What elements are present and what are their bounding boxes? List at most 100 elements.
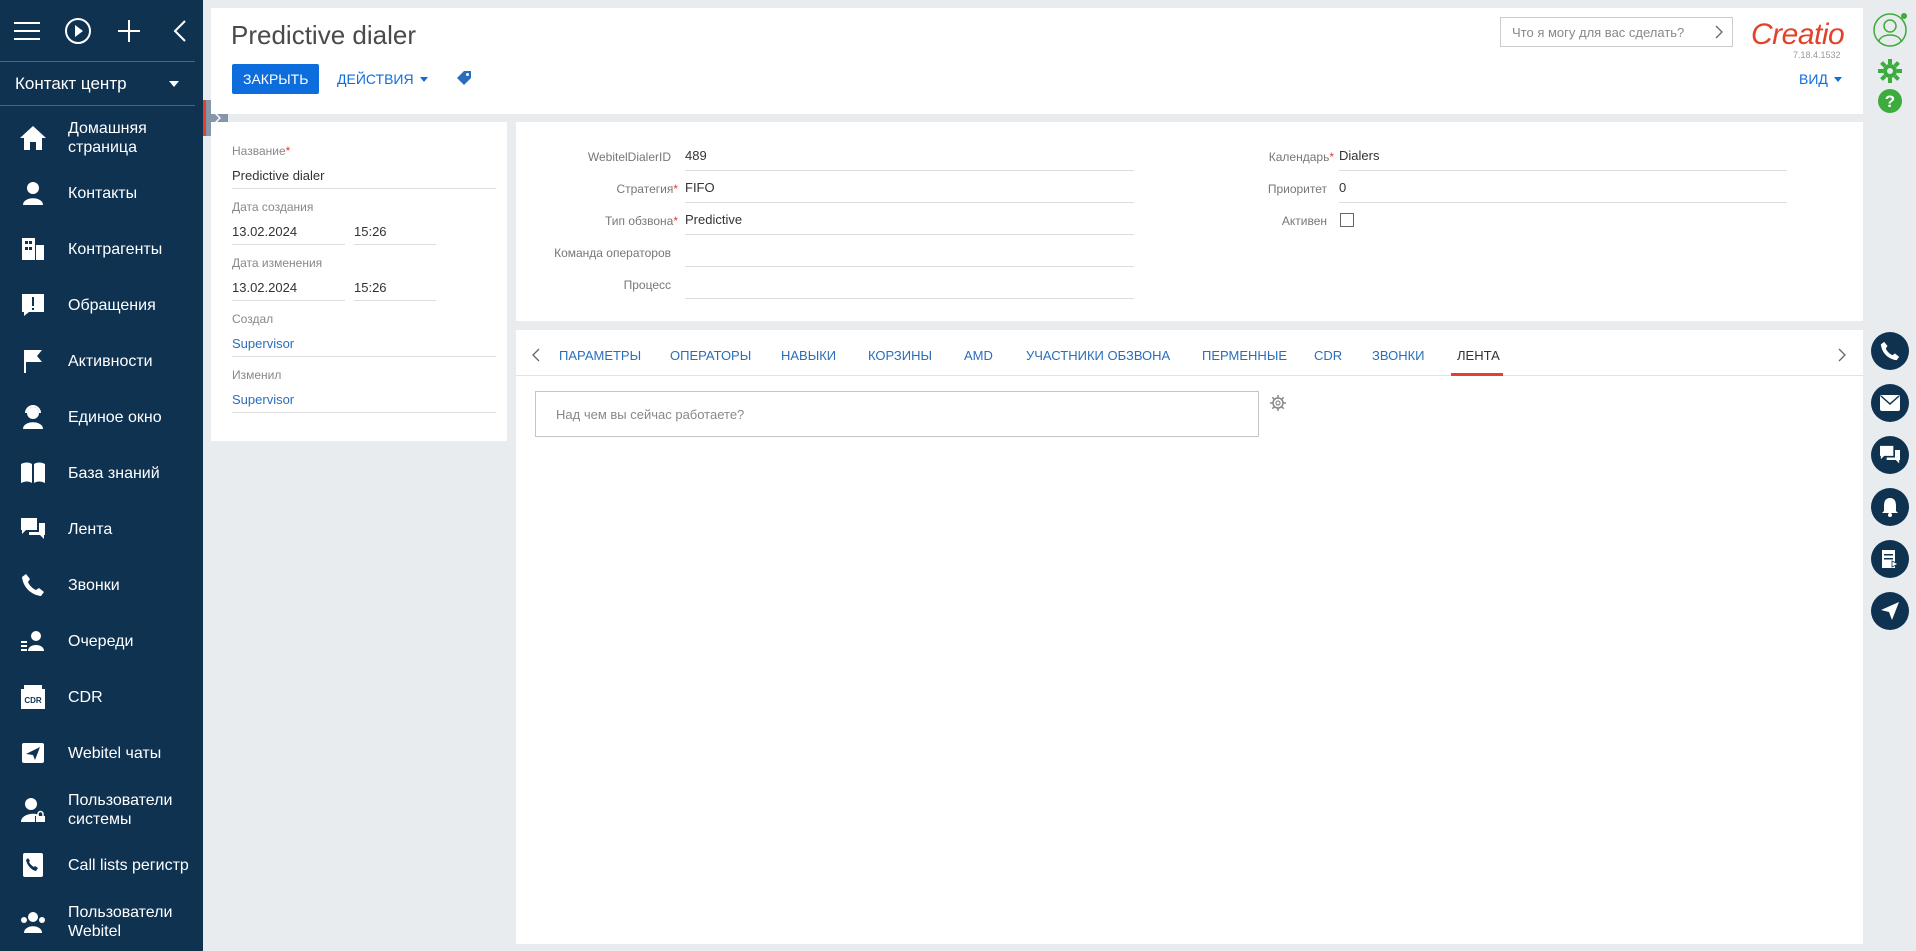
tab-baskets[interactable]: КОРЗИНЫ bbox=[868, 348, 932, 363]
tab-operators[interactable]: ОПЕРАТОРЫ bbox=[670, 348, 751, 363]
page-header: Predictive dialer ЗАКРЫТЬ ДЕЙСТВИЯ Что я… bbox=[211, 8, 1863, 114]
send-panel-icon[interactable] bbox=[1871, 592, 1909, 630]
dialer-id-field[interactable]: 489 bbox=[685, 149, 1134, 171]
sidebar-item-activities[interactable]: Активности bbox=[0, 346, 203, 376]
book-icon bbox=[18, 458, 48, 488]
notifications-bell-icon[interactable] bbox=[1871, 488, 1909, 526]
tag-icon[interactable] bbox=[456, 70, 472, 91]
play-icon[interactable] bbox=[63, 16, 92, 46]
tab-cdr[interactable]: CDR bbox=[1314, 348, 1342, 363]
email-panel-icon[interactable] bbox=[1871, 384, 1909, 422]
version-label: 7.18.4.1532 bbox=[1793, 50, 1841, 60]
gear-icon[interactable] bbox=[1270, 395, 1286, 416]
tab-scroll-left-icon[interactable] bbox=[532, 348, 540, 362]
building-icon bbox=[18, 234, 48, 264]
sidebar-item-home[interactable]: Домашняя страница bbox=[0, 118, 203, 158]
sidebar-item-accounts[interactable]: Контрагенты bbox=[0, 234, 203, 264]
fields-panel: WebitelDialerID 489 Стратегия* FIFO Тип … bbox=[516, 122, 1863, 321]
chat-icon bbox=[18, 514, 48, 544]
sidebar-item-cdr[interactable]: CDR CDR bbox=[0, 682, 203, 712]
sidebar-item-knowledge-base[interactable]: База знаний bbox=[0, 458, 203, 488]
tab-parameters[interactable]: ПАРАМЕТРЫ bbox=[559, 348, 641, 363]
process-field[interactable] bbox=[685, 277, 1134, 299]
sidebar-item-webitel-chats[interactable]: Webitel чаты bbox=[0, 738, 203, 768]
creatio-logo: Creatio bbox=[1751, 18, 1845, 51]
user-profile-icon[interactable] bbox=[1872, 12, 1908, 53]
tab-strip: ПАРАМЕТРЫ ОПЕРАТОРЫ НАВЫКИ КОРЗИНЫ AMD У… bbox=[516, 330, 1863, 376]
operator-team-field[interactable] bbox=[685, 245, 1134, 267]
modified-by-link[interactable]: Supervisor bbox=[232, 392, 496, 413]
workspace-selector[interactable]: Контакт центр bbox=[0, 62, 195, 106]
person-icon bbox=[18, 178, 48, 208]
sidebar-item-feed[interactable]: Лента bbox=[0, 514, 203, 544]
priority-field[interactable]: 0 bbox=[1339, 181, 1787, 203]
created-time-field[interactable]: 15:26 bbox=[354, 224, 436, 245]
sidebar-item-label: База знаний bbox=[68, 464, 160, 482]
priority-label: Приоритет bbox=[1267, 182, 1327, 196]
sidebar-item-queues[interactable]: Очереди bbox=[0, 626, 203, 656]
user-lock-icon bbox=[18, 795, 48, 825]
modified-date-field[interactable]: 13.02.2024 bbox=[232, 280, 345, 301]
tab-scroll-right-icon[interactable] bbox=[1838, 348, 1846, 362]
tab-calls[interactable]: ЗВОНКИ bbox=[1372, 348, 1425, 363]
modified-time-field[interactable]: 15:26 bbox=[354, 280, 436, 301]
sidebar-item-system-users[interactable]: Пользователи системы bbox=[0, 790, 203, 830]
sidebar-item-call-lists[interactable]: Call lists регистр bbox=[0, 850, 203, 880]
process-panel-icon[interactable] bbox=[1871, 540, 1909, 578]
calendar-field[interactable]: Dialers bbox=[1339, 149, 1787, 171]
phone-panel-icon[interactable] bbox=[1871, 332, 1909, 370]
actions-button[interactable]: ДЕЙСТВИЯ bbox=[337, 71, 428, 87]
name-field[interactable]: Predictive dialer bbox=[232, 168, 496, 189]
add-icon[interactable] bbox=[115, 16, 144, 46]
view-label: ВИД bbox=[1799, 71, 1828, 87]
created-date-field[interactable]: 13.02.2024 bbox=[232, 224, 345, 245]
sidebar-item-webitel-users[interactable]: Пользователи Webitel bbox=[0, 902, 203, 942]
sidebar-item-single-window[interactable]: Единое окно bbox=[0, 402, 203, 432]
created-by-link[interactable]: Supervisor bbox=[232, 336, 496, 357]
tab-variables[interactable]: ПЕРМЕННЫЕ bbox=[1202, 348, 1287, 363]
sidebar-item-calls[interactable]: Звонки bbox=[0, 570, 203, 600]
tab-call-participants[interactable]: УЧАСТНИКИ ОБЗВОНА bbox=[1026, 348, 1170, 363]
flag-icon bbox=[18, 346, 48, 376]
sidebar-item-label: Webitel чаты bbox=[68, 744, 162, 762]
chevron-right-icon[interactable] bbox=[1714, 24, 1724, 40]
strategy-field[interactable]: FIFO bbox=[685, 181, 1134, 203]
dial-type-field[interactable]: Predictive bbox=[685, 213, 1134, 235]
name-label: Название* bbox=[232, 144, 291, 158]
sidebar-item-label: Контакты bbox=[68, 184, 138, 202]
calendar-label: Календарь* bbox=[1268, 150, 1334, 164]
feed-post-input[interactable]: Над чем вы сейчас работаете? bbox=[535, 391, 1259, 437]
tab-skills[interactable]: НАВЫКИ bbox=[781, 348, 836, 363]
command-search-input[interactable]: Что я могу для вас сделать? bbox=[1500, 17, 1733, 47]
tab-feed[interactable]: ЛЕНТА bbox=[1457, 348, 1500, 363]
sidebar-item-label: Домашняя страница bbox=[68, 120, 147, 156]
sidebar-item-label: Call lists регистр bbox=[68, 856, 189, 874]
chat-panel-icon[interactable] bbox=[1871, 436, 1909, 474]
modified-by-label: Изменил bbox=[232, 368, 282, 382]
created-by-label: Создал bbox=[232, 312, 274, 326]
collapse-sidebar-icon[interactable] bbox=[166, 16, 195, 46]
cdr-icon: CDR bbox=[18, 682, 48, 712]
tab-amd[interactable]: AMD bbox=[964, 348, 993, 363]
right-rail: ? bbox=[1863, 0, 1916, 951]
sidebar-item-label: Пользователи Webitel bbox=[68, 904, 173, 940]
view-button[interactable]: ВИД bbox=[1799, 71, 1842, 87]
users-icon bbox=[18, 907, 48, 937]
active-label: Активен bbox=[1281, 214, 1327, 228]
svg-text:?: ? bbox=[1885, 92, 1895, 111]
settings-gear-icon[interactable] bbox=[1877, 58, 1903, 89]
dial-type-label: Тип обзвона* bbox=[604, 214, 678, 228]
sidebar-item-label: Активности bbox=[68, 352, 153, 370]
page-title: Predictive dialer bbox=[231, 20, 416, 50]
actions-label: ДЕЙСТВИЯ bbox=[337, 71, 414, 87]
sidebar-item-contacts[interactable]: Контакты bbox=[0, 178, 203, 208]
menu-icon[interactable] bbox=[12, 16, 41, 46]
active-checkbox[interactable] bbox=[1340, 213, 1354, 227]
active-tab-indicator bbox=[1451, 373, 1503, 376]
close-button[interactable]: ЗАКРЫТЬ bbox=[232, 64, 320, 94]
caret-down-icon bbox=[1833, 76, 1842, 82]
phone-list-icon bbox=[18, 850, 48, 880]
help-icon[interactable]: ? bbox=[1877, 88, 1903, 119]
sidebar-item-cases[interactable]: Обращения bbox=[0, 290, 203, 320]
chevron-down-icon bbox=[169, 80, 179, 87]
